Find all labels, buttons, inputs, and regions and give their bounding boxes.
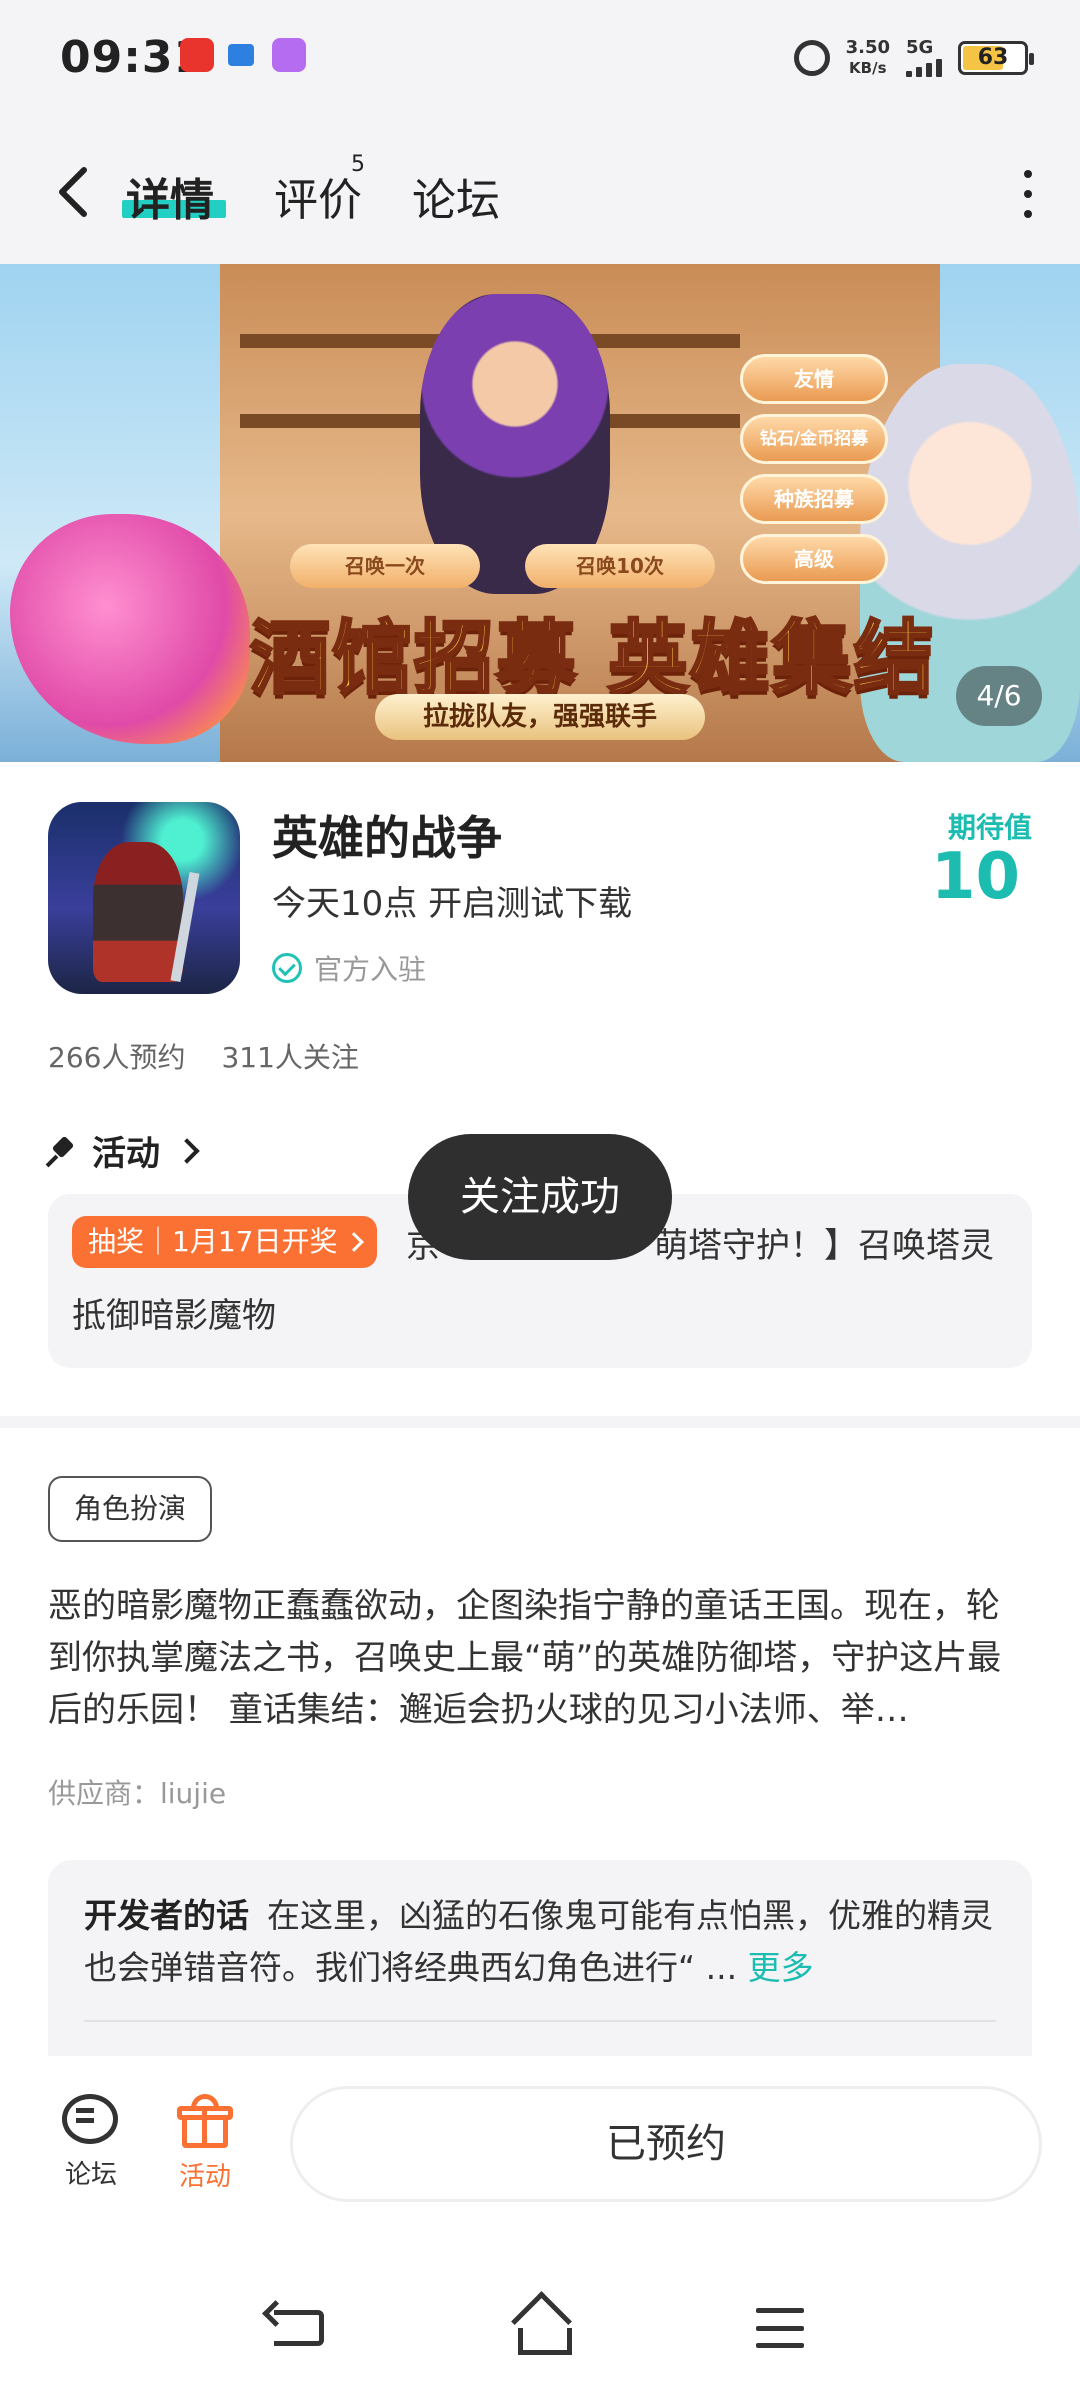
reviews-count-badge: 5 — [351, 152, 365, 177]
bottom-action-bar: 论坛 活动 已预约 — [0, 2056, 1080, 2216]
activity-label: 活动 — [178, 2162, 231, 2192]
tab-reviews[interactable]: 评价 — [274, 164, 362, 228]
reserved-button[interactable]: 已预约 — [290, 2086, 1042, 2202]
lottery-tag-label: 抽奖｜1月17日开奖 — [88, 1225, 338, 1258]
activity-title: 活动 — [92, 1134, 160, 1174]
speed-value: 3.50 — [845, 37, 890, 58]
official-badge: 官方入驻 — [272, 948, 426, 988]
genre-tag[interactable]: 角色扮演 — [48, 1476, 213, 1542]
banner-headline: 酒馆招募 英雄集结 — [249, 611, 936, 707]
app-stats: 266人预约 311人关注 — [48, 1036, 359, 1076]
shopping-app-icon — [180, 38, 214, 72]
banner-menu-item: 高级 — [740, 534, 888, 584]
app-release-info: 今天10点 开启测试下载 — [272, 884, 633, 924]
reservation-count: 266人预约 — [48, 1041, 186, 1074]
card-divider — [84, 2020, 996, 2022]
follow-success-toast: 关注成功 — [408, 1134, 672, 1260]
supplier-info: 供应商：liujie — [48, 1777, 227, 1810]
developer-note: 开发者的话 在这里，凶猛的石像鬼可能有点怕黑，优雅的精灵也会弹错音符。我们将经典西… — [84, 1890, 1004, 1994]
chevron-right-icon — [344, 1232, 365, 1252]
pin-icon — [48, 1136, 78, 1166]
signal-icon — [906, 57, 942, 77]
network-speed: 3.50 KB/s — [846, 38, 890, 78]
chevron-right-icon — [174, 1137, 200, 1164]
more-vertical-icon[interactable] — [1016, 170, 1040, 218]
section-divider — [0, 1416, 1080, 1428]
banner-summon-once: 召唤一次 — [290, 544, 480, 588]
battery-icon: 63 — [958, 41, 1034, 75]
gift-icon — [177, 2094, 233, 2148]
game-description[interactable]: 恶的暗影魔物正蠢蠢欲动，企图染指宁静的童话王国。现在，轮到你执掌魔法之书，召唤史… — [48, 1580, 1032, 1736]
lottery-tag[interactable]: 抽奖｜1月17日开奖 — [72, 1216, 378, 1268]
banner-menu-item: 种族招募 — [740, 474, 888, 524]
network-type: 5G — [906, 37, 934, 58]
tab-details[interactable]: 详情 — [126, 164, 214, 228]
activity-button[interactable]: 活动 — [160, 2094, 250, 2193]
check-circle-icon — [272, 953, 302, 983]
expectation-value: 10 — [930, 840, 1020, 914]
chevron-left-icon[interactable] — [50, 162, 100, 222]
status-icons: 3.50 KB/s 5G 63 — [793, 30, 1034, 86]
banner-subline: 拉拢队友，强强联手 — [375, 694, 705, 740]
battery-level: 63 — [977, 45, 1009, 70]
home-icon[interactable] — [512, 2298, 572, 2355]
banner-menu-item: 钻石/金币招募 — [740, 414, 888, 464]
assistant-app-icon — [272, 38, 306, 72]
tab-forum[interactable]: 论坛 — [412, 164, 500, 228]
slime-character-illustration — [10, 514, 250, 744]
carousel-counter: 4/6 — [956, 666, 1042, 726]
chat-bubble-icon — [62, 2094, 120, 2146]
app-name: 英雄的战争 — [272, 811, 502, 865]
forum-label: 论坛 — [64, 2160, 117, 2190]
signal-group: 5G — [906, 39, 942, 77]
system-nav-bar — [0, 2240, 1080, 2400]
knight-illustration — [93, 842, 183, 982]
follower-count: 311人关注 — [221, 1041, 359, 1074]
banner-summon-ten: 召唤10次 — [525, 544, 715, 588]
activity-text-line2: 抵御暗影魔物 — [72, 1296, 276, 1336]
activity-section-header[interactable]: 活动 — [48, 1126, 200, 1175]
back-icon[interactable] — [274, 2310, 324, 2346]
menu-icon[interactable] — [756, 2308, 804, 2348]
banner-menu-item: 友情 — [740, 354, 888, 404]
screenshot-carousel[interactable]: 友情 钻石/金币招募 种族招募 高级 召唤一次 召唤10次 酒馆招募 英雄集结 … — [0, 264, 1080, 762]
activity-text-line1: 萌塔守护！】召唤塔灵 — [654, 1226, 994, 1266]
more-link[interactable]: 更多 — [748, 1948, 814, 1987]
top-nav: 详情 评价 5 论坛 — [0, 120, 1080, 264]
forum-button[interactable]: 论坛 — [46, 2094, 136, 2191]
speed-unit: KB/s — [849, 59, 887, 77]
cloud-app-icon — [228, 44, 254, 66]
app-icon — [48, 802, 240, 994]
developer-note-title: 开发者的话 — [84, 1896, 249, 1935]
status-bar: 09:31 3.50 KB/s 5G 63 — [0, 0, 1080, 120]
developer-note-card[interactable]: 开发者的话 在这里，凶猛的石像鬼可能有点怕黑，优雅的精灵也会弹错音符。我们将经典西… — [48, 1860, 1032, 2060]
official-label: 官方入驻 — [314, 953, 427, 986]
alarm-icon — [793, 40, 830, 76]
